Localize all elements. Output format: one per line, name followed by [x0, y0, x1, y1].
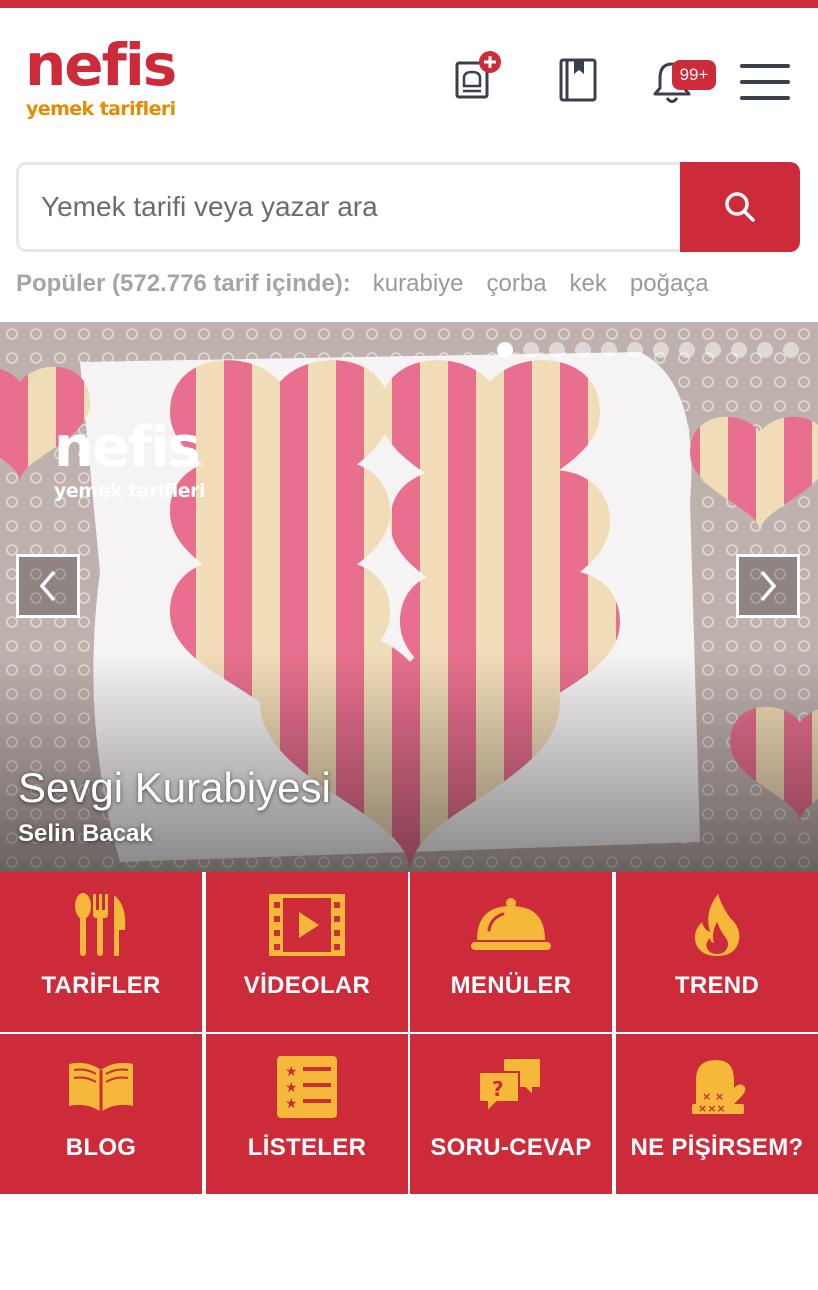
category-grid: TARİFLER VİDEOLAR MENÜLER TREND BLOG ★ ★… — [0, 872, 818, 1194]
popular-label: Popüler (572.776 tarif içinde): — [16, 270, 351, 297]
category-tile-soru-cevap[interactable]: ? SORU-CEVAP — [410, 1034, 612, 1194]
slider-dot[interactable] — [653, 342, 669, 358]
slide-recipe-title[interactable]: Sevgi Kurabiyesi — [18, 764, 331, 812]
oven-mitt-icon: × × ××× — [692, 1060, 746, 1115]
category-label: LİSTELER — [247, 1134, 367, 1161]
open-book-icon — [69, 1062, 133, 1112]
category-label: BLOG — [65, 1134, 137, 1161]
search-button[interactable] — [680, 162, 800, 252]
notification-badge[interactable]: 99+ — [672, 60, 716, 90]
cloche-icon — [471, 898, 551, 950]
slider-dot[interactable] — [783, 342, 799, 358]
category-tile-menuler[interactable]: MENÜLER — [410, 872, 612, 1032]
slider-dot[interactable] — [575, 342, 591, 358]
utensils-icon — [75, 893, 126, 956]
category-label: VİDEOLAR — [243, 972, 371, 999]
category-tile-trend[interactable]: TREND — [616, 872, 818, 1032]
slider-next-button[interactable] — [736, 554, 800, 618]
slider-dot[interactable] — [523, 342, 539, 358]
slide-recipe-author[interactable]: Selin Bacak — [18, 820, 153, 848]
slider-dot[interactable] — [497, 342, 513, 358]
slider-dot[interactable] — [601, 342, 617, 358]
category-tile-listeler[interactable]: ★ ★ ★ LİSTELER — [206, 1034, 408, 1194]
chevron-left-icon — [39, 570, 56, 602]
logo-wordmark: nefis — [25, 31, 177, 99]
popular-searches: Popüler (572.776 tarif içinde): kurabiye… — [16, 268, 732, 300]
slider-dot[interactable] — [731, 342, 747, 358]
category-label: TREND — [674, 972, 760, 999]
search-bar — [16, 162, 800, 252]
category-label: MENÜLER — [450, 972, 572, 999]
svg-text:★: ★ — [285, 1096, 298, 1112]
popular-link[interactable]: çorba — [487, 270, 547, 298]
site-logo[interactable]: nefis yemek tarifleri — [25, 36, 195, 128]
logo-tagline: yemek tarifleri — [26, 98, 176, 120]
category-tile-ne-pisirsem[interactable]: × × ××× NE PİŞİRSEM? — [616, 1034, 818, 1194]
film-icon — [269, 894, 345, 956]
svg-text:?: ? — [492, 1077, 504, 1101]
popular-link[interactable]: kek — [570, 270, 607, 298]
slider-dot[interactable] — [705, 342, 721, 358]
hamburger-menu-icon[interactable] — [740, 62, 792, 102]
recipe-book-icon[interactable] — [558, 56, 598, 104]
image-watermark: nefis yemek tarifleri — [54, 415, 206, 503]
chat-bubbles-icon: ? — [478, 1057, 542, 1115]
category-tile-videolar[interactable]: VİDEOLAR — [206, 872, 408, 1032]
chevron-right-icon — [760, 570, 777, 602]
svg-text:★: ★ — [285, 1064, 298, 1080]
popular-link[interactable]: poğaça — [630, 270, 709, 298]
slider-dot[interactable] — [757, 342, 773, 358]
slider-dot[interactable] — [549, 342, 565, 358]
category-tile-blog[interactable]: BLOG — [0, 1034, 202, 1194]
slider-pagination — [497, 342, 799, 358]
list-icon: ★ ★ ★ — [277, 1056, 337, 1118]
watermark-wordmark: nefis — [54, 415, 201, 480]
svg-text:×××: ××× — [698, 1102, 726, 1115]
add-recipe-icon[interactable] — [452, 50, 504, 102]
slider-prev-button[interactable] — [16, 554, 80, 618]
category-label: NE PİŞİRSEM? — [630, 1134, 804, 1161]
popular-link[interactable]: kurabiye — [373, 270, 464, 298]
top-accent-bar — [0, 0, 818, 8]
category-label: SORU-CEVAP — [430, 1134, 592, 1161]
category-label: TARİFLER — [41, 972, 161, 999]
search-icon — [725, 192, 755, 222]
search-input[interactable] — [16, 162, 684, 252]
slider-dot[interactable] — [627, 342, 643, 358]
slider-dot[interactable] — [679, 342, 695, 358]
svg-text:★: ★ — [285, 1080, 298, 1096]
watermark-tagline: yemek tarifleri — [54, 480, 206, 502]
flame-icon — [694, 894, 740, 956]
category-tile-tarifler[interactable]: TARİFLER — [0, 872, 202, 1032]
